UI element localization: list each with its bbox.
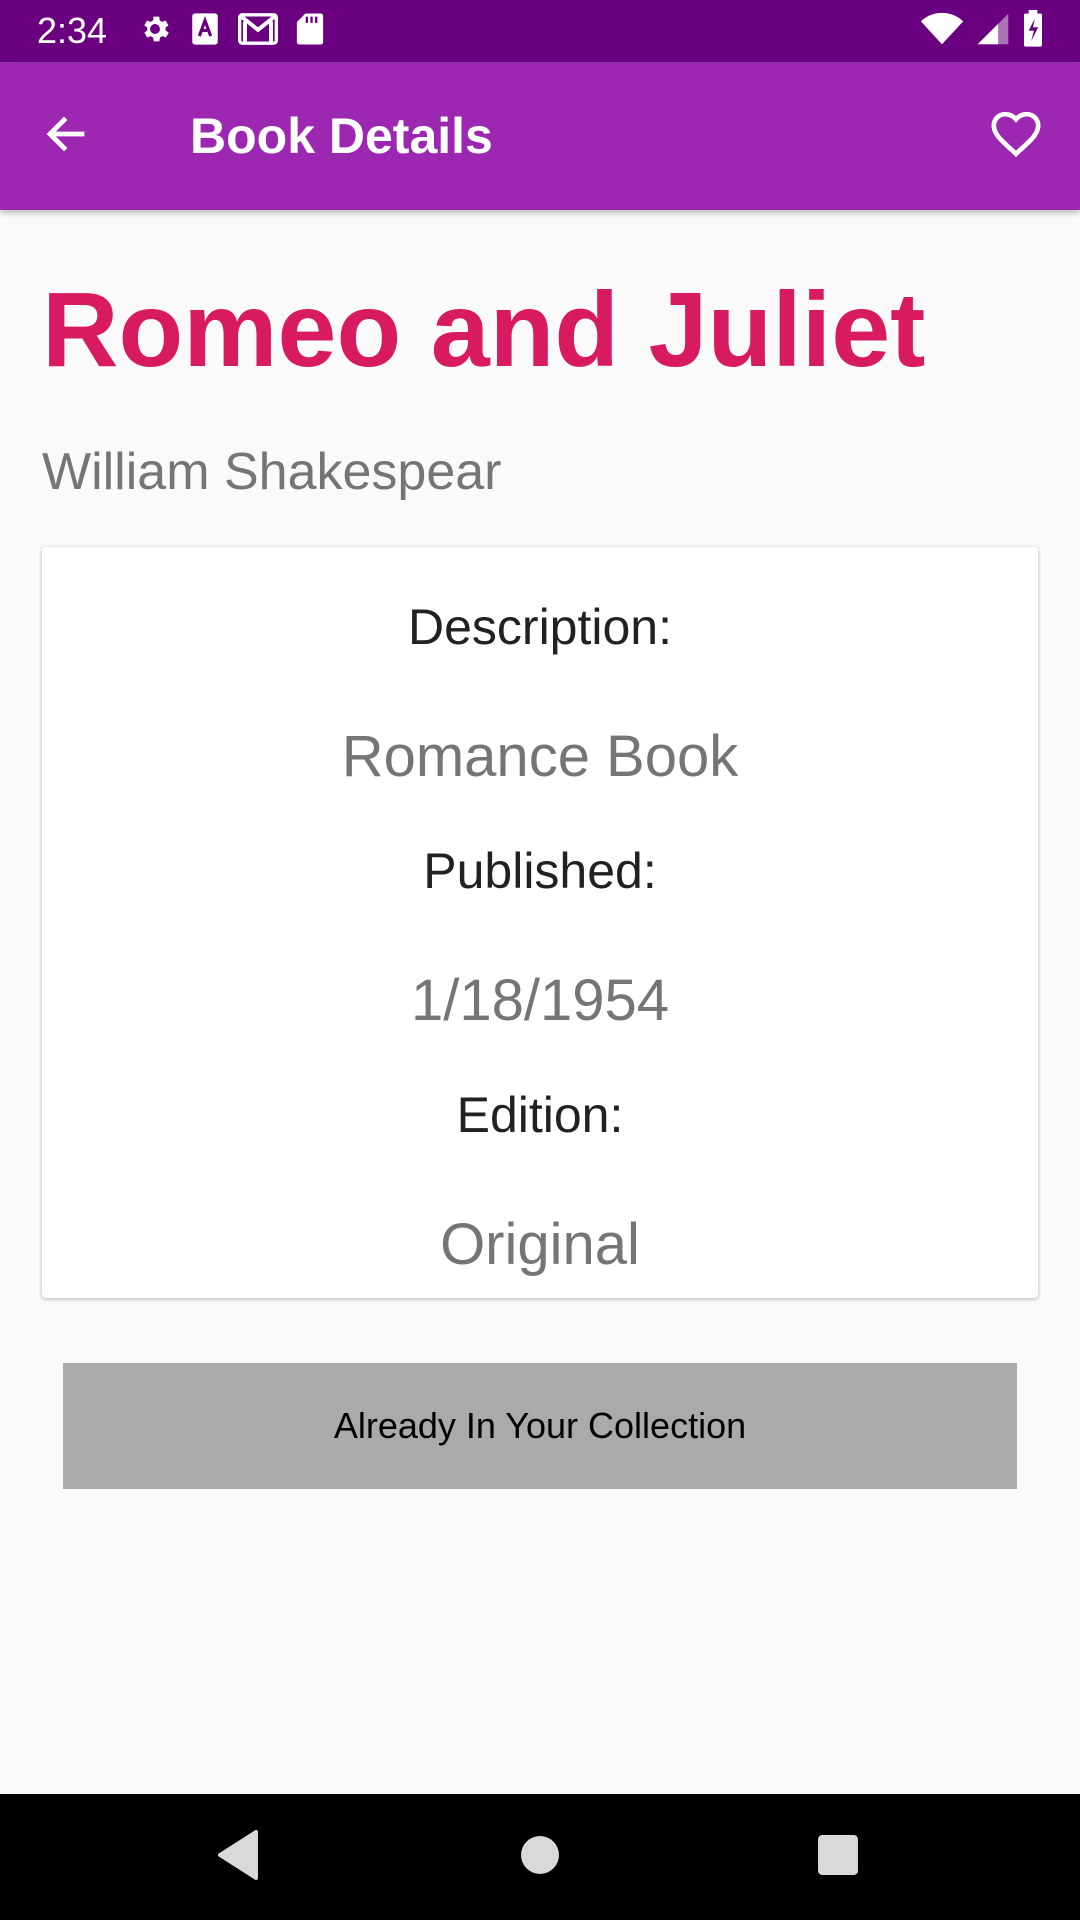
sd-card-icon [296, 12, 324, 51]
nav-home-button[interactable] [502, 1819, 578, 1895]
edition-label: Edition: [456, 1087, 624, 1143]
status-system-icons [920, 9, 1044, 51]
app-bar: Book Details [0, 62, 1080, 210]
page-title: Book Details [190, 108, 493, 164]
description-value: Romance Book [341, 724, 739, 789]
collection-button-label: Already In Your Collection [333, 1405, 747, 1446]
back-button[interactable] [34, 104, 98, 168]
favorite-button[interactable] [980, 100, 1052, 172]
published-label: Published: [423, 843, 657, 899]
book-title: Romeo and Juliet [42, 271, 926, 389]
gmail-icon [238, 12, 278, 50]
home-circle-icon [520, 1835, 560, 1880]
settings-icon [138, 12, 172, 51]
signal-icon [976, 12, 1010, 51]
arrow-back-icon [42, 110, 90, 163]
heart-outline-icon [988, 106, 1044, 167]
description-label: Description: [408, 599, 672, 655]
book-author: William Shakespear [42, 443, 502, 501]
status-notification-icons [138, 12, 324, 51]
recents-square-icon [817, 1834, 859, 1881]
status-bar: 2:34 [0, 0, 1080, 62]
status-time: 2:34 [37, 10, 108, 51]
wifi-icon [920, 12, 964, 51]
battery-charging-icon [1022, 9, 1044, 53]
edition-value: Original [440, 1212, 640, 1277]
nav-back-button[interactable] [200, 1819, 276, 1895]
nav-recents-button[interactable] [800, 1819, 876, 1895]
back-triangle-icon [216, 1829, 260, 1885]
already-in-collection-button[interactable]: Already In Your Collection [63, 1363, 1017, 1489]
published-value: 1/18/1954 [410, 968, 670, 1033]
font-icon [190, 12, 220, 51]
system-nav-bar [0, 1794, 1080, 1920]
book-details-card: Description: Romance Book Published: 1/1… [42, 547, 1038, 1298]
